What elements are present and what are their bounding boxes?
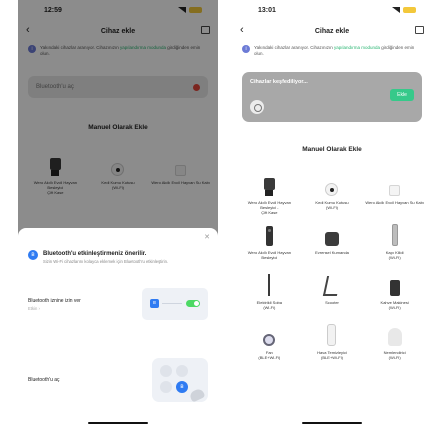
row-turn-on-bluetooth[interactable]: Bluetooth'u aç ʙ — [28, 358, 208, 403]
back-icon[interactable]: ‹ — [240, 24, 244, 36]
status-time: 13:01 — [258, 6, 276, 14]
device-name: Evrensel Kumanda — [315, 250, 349, 255]
bluetooth-icon: ʙ — [150, 299, 159, 308]
signal-icon — [392, 7, 400, 13]
device-name: Scooter — [325, 300, 339, 305]
add-button[interactable]: Ekle — [390, 89, 414, 101]
control-toggle-icon — [160, 365, 172, 377]
notice-text: Yakındaki cihazlar aranıyor. Cihazınızın… — [254, 45, 415, 56]
device-subtitle: (Wi-Fi) — [388, 255, 401, 261]
hand-tap-icon — [188, 387, 206, 403]
bluetooth-sheet: ✕ ʙ Bluetooth'u etkinleştirmeniz önerili… — [18, 228, 218, 431]
scooter-icon — [322, 272, 342, 296]
sheet-desc: Sizin Wi-Fi cihazlarını kolayca eklemek … — [43, 259, 169, 264]
bluetooth-icon: ʙ — [28, 250, 38, 260]
door-lock-icon — [391, 222, 398, 246]
toggle-on-icon — [186, 300, 200, 307]
device-subtitle: (Wi-Fi) — [325, 205, 338, 211]
device-subtitle: (BLE+Wi-Fi) — [258, 355, 281, 361]
allow-permission-status: Etkin › — [28, 305, 40, 311]
device-subtitle: (Wi-Fi) — [263, 305, 276, 311]
scan-icon[interactable] — [415, 26, 424, 34]
smart-doorbell-icon — [265, 222, 273, 246]
config-mode-link[interactable]: yapılandırma modunda — [334, 45, 380, 50]
home-indicator — [302, 422, 362, 424]
device-name: Wero Akıllı Evcil Hayvan Besleyici - — [247, 200, 291, 211]
top-bar: ‹ Cihaz ekle — [232, 22, 432, 40]
device-subtitle: Çift Kase — [261, 210, 278, 216]
air-purifier-icon — [327, 322, 337, 346]
device-tile[interactable]: Fan (BLE+Wi-Fi) — [240, 322, 299, 372]
discovering-card: Cihazlar keşfediliyor... Ekle — [242, 72, 422, 122]
comparison-stage: 12:59 ‹ Cihaz ekle i Yakındaki cihazlar … — [0, 0, 442, 431]
device-name: Wero Akıllı Evcil Hayvan Besleyici — [247, 250, 291, 261]
discovered-device-icon[interactable] — [250, 100, 264, 114]
device-subtitle: (BLE+Wi-Fi) — [321, 355, 343, 361]
control-toggle-icon — [176, 365, 188, 377]
device-tile[interactable]: Wero Akıllı Evcil Hayvan Besleyici — [240, 222, 299, 272]
section-manual-add: Manuel Olarak Ekle — [302, 146, 362, 153]
permission-line — [162, 303, 182, 304]
device-tile[interactable]: Kedi Kumu Kutusu (Wi-Fi) — [303, 172, 362, 222]
universal-remote-icon — [324, 222, 339, 246]
sheet-header: ʙ Bluetooth'u etkinleştirmeniz önerilir.… — [28, 250, 208, 265]
device-tile[interactable]: Hava Temizleyici (BLE+Wi-Fi) — [303, 322, 362, 372]
device-tile[interactable]: Kapı Kilidi (Wi-Fi) — [365, 222, 424, 272]
device-grid: Wero Akıllı Evcil Hayvan Besleyici - Çift… — [240, 172, 424, 372]
phone-right: 13:01 ‹ Cihaz ekle i Yakındaki cihazlar … — [232, 0, 432, 431]
bluetooth-toggle-icon: ʙ — [176, 381, 188, 393]
phone-left: 12:59 ‹ Cihaz ekle i Yakındaki cihazlar … — [18, 0, 218, 431]
control-center-illustration: ʙ — [152, 358, 208, 403]
device-tile[interactable]: Nemlendirici (Wi-Fi) — [365, 322, 424, 372]
device-subtitle: (Wi-Fi) — [388, 355, 401, 361]
pet-feeder-icon — [263, 172, 275, 196]
device-subtitle: (Wi-Fi) — [388, 305, 401, 311]
device-tile[interactable]: Scooter — [303, 272, 362, 322]
sheet-title: Bluetooth'u etkinleştirmeniz önerilir. — [43, 251, 147, 257]
status-icons — [392, 7, 416, 13]
discovering-title: Cihazlar keşfediliyor... — [250, 79, 308, 85]
electric-heater-icon — [268, 272, 271, 296]
battery-icon — [403, 7, 416, 13]
page-title: Cihaz ekle — [314, 27, 350, 35]
device-tile[interactable]: Elektrikli Sobа (Wi-Fi) — [240, 272, 299, 322]
allow-permission-label: Bluetooth iznine izin ver — [28, 297, 81, 304]
search-notice: i Yakındaki cihazlar aranıyor. Cihazınız… — [242, 45, 422, 57]
row-allow-permission[interactable]: Bluetooth iznine izin ver Etkin › ʙ — [28, 288, 208, 320]
turn-on-bluetooth-label: Bluetooth'u aç — [28, 377, 60, 383]
device-tile[interactable]: Wero Akıllı Evcil Hayvan Besleyici - Çift… — [240, 172, 299, 222]
water-fountain-icon — [389, 172, 401, 196]
coffee-machine-icon — [389, 272, 400, 296]
device-name: Wero Akıllı Evcil Hayvan Su Kabı — [365, 200, 424, 205]
status-bar: 13:01 — [232, 0, 432, 20]
litter-box-icon — [325, 172, 339, 196]
info-icon: i — [242, 45, 250, 53]
device-tile[interactable]: Evrensel Kumanda — [303, 222, 362, 272]
device-tile[interactable]: Wero Akıllı Evcil Hayvan Su Kabı — [365, 172, 424, 222]
control-toggle-icon — [160, 381, 172, 393]
home-indicator — [88, 422, 148, 424]
humidifier-icon — [387, 322, 402, 346]
device-tile[interactable]: Kahve Makinesi (Wi-Fi) — [365, 272, 424, 322]
close-icon[interactable]: ✕ — [204, 233, 210, 241]
permission-illustration: ʙ — [142, 288, 208, 320]
fan-icon — [263, 322, 276, 346]
